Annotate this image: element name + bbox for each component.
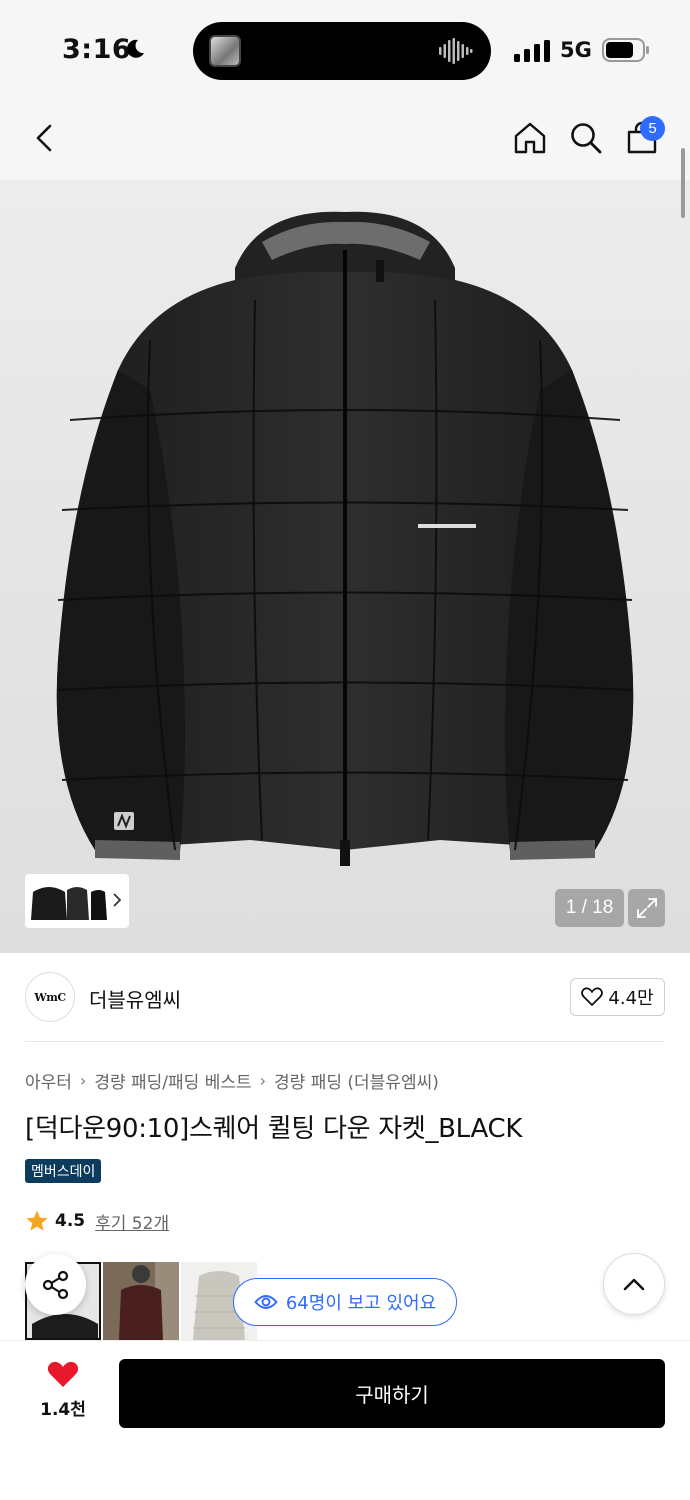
- viewers-indicator: 64명이 보고 있어요: [233, 1278, 457, 1326]
- breadcrumb-item[interactable]: 경량 패딩 (더블유엠씨): [274, 1068, 439, 1093]
- product-image-gallery[interactable]: [0, 180, 690, 953]
- audio-wave-icon: [439, 38, 473, 64]
- now-playing-artwork: [209, 35, 241, 67]
- fullscreen-button[interactable]: [628, 889, 665, 927]
- product-title: [덕다운90:10]스퀘어 퀼팅 다운 자켓_BLACK: [25, 1114, 523, 1144]
- image-counter: 1 / 18: [555, 889, 624, 927]
- home-icon: [514, 122, 546, 154]
- breadcrumb-item[interactable]: 아우터: [25, 1068, 72, 1093]
- cart-count-badge: 5: [640, 116, 665, 141]
- brand-like-count: 4.4만: [608, 988, 654, 1009]
- home-button[interactable]: [510, 118, 550, 158]
- gallery-thumbnail-strip[interactable]: [25, 874, 129, 928]
- back-button[interactable]: [24, 118, 64, 158]
- viewers-text: 64명이 보고 있어요: [285, 1293, 437, 1314]
- wishlist-button[interactable]: 1.4천: [27, 1361, 99, 1431]
- breadcrumb-item[interactable]: 경량 패딩/패딩 베스트: [94, 1068, 251, 1093]
- heart-filled-icon: [47, 1361, 79, 1387]
- moon-icon: [127, 39, 144, 58]
- thumbnail-images: [31, 887, 107, 920]
- top-navigation: [0, 100, 690, 180]
- battery-icon: [602, 38, 649, 62]
- brand-name[interactable]: 더블유엠씨: [89, 984, 181, 1013]
- bottom-action-bar: 1.4천 구매하기: [0, 1340, 690, 1500]
- dynamic-island[interactable]: [193, 22, 491, 80]
- brand-row[interactable]: WmC 더블유엠씨 4.4만: [0, 953, 690, 1041]
- status-time: 3:16: [62, 34, 132, 65]
- wishlist-count: 1.4천: [40, 1400, 86, 1420]
- chevron-right-icon: ›: [259, 1071, 267, 1090]
- review-photo: [103, 1262, 179, 1340]
- chevron-right-icon: ›: [79, 1071, 87, 1090]
- scroll-to-top-button[interactable]: [603, 1253, 665, 1315]
- brand-like-button[interactable]: 4.4만: [570, 978, 665, 1016]
- promo-tag: 멤버스데이: [25, 1159, 102, 1183]
- product-image: [0, 180, 690, 953]
- rating-value: 4.5: [55, 1211, 86, 1231]
- buy-button[interactable]: 구매하기: [119, 1359, 665, 1428]
- expand-icon: [636, 898, 657, 918]
- search-button[interactable]: [566, 118, 606, 158]
- eye-icon: [254, 1295, 278, 1309]
- chevron-right-icon: [113, 893, 122, 907]
- search-icon: [571, 123, 602, 154]
- reviews-link[interactable]: 후기 52개: [95, 1209, 169, 1234]
- cellular-signal-icon: [514, 40, 550, 62]
- review-thumbnail[interactable]: [103, 1262, 179, 1340]
- share-icon: [42, 1270, 68, 1299]
- brand-logo[interactable]: WmC: [25, 972, 75, 1022]
- star-icon: [26, 1210, 48, 1231]
- share-button[interactable]: [25, 1254, 86, 1315]
- divider: [25, 1041, 665, 1042]
- breadcrumb: 아우터 › 경량 패딩/패딩 베스트 › 경량 패딩 (더블유엠씨): [25, 1068, 439, 1093]
- rating-row: 4.5 후기 52개: [25, 1207, 169, 1235]
- chevron-up-icon: [623, 1278, 645, 1291]
- network-type: 5G: [560, 38, 592, 62]
- chevron-left-icon: [36, 124, 52, 152]
- status-bar: 3:16 5G: [0, 0, 690, 100]
- page-scrollbar[interactable]: [681, 148, 685, 218]
- heart-outline-icon: [581, 987, 604, 1006]
